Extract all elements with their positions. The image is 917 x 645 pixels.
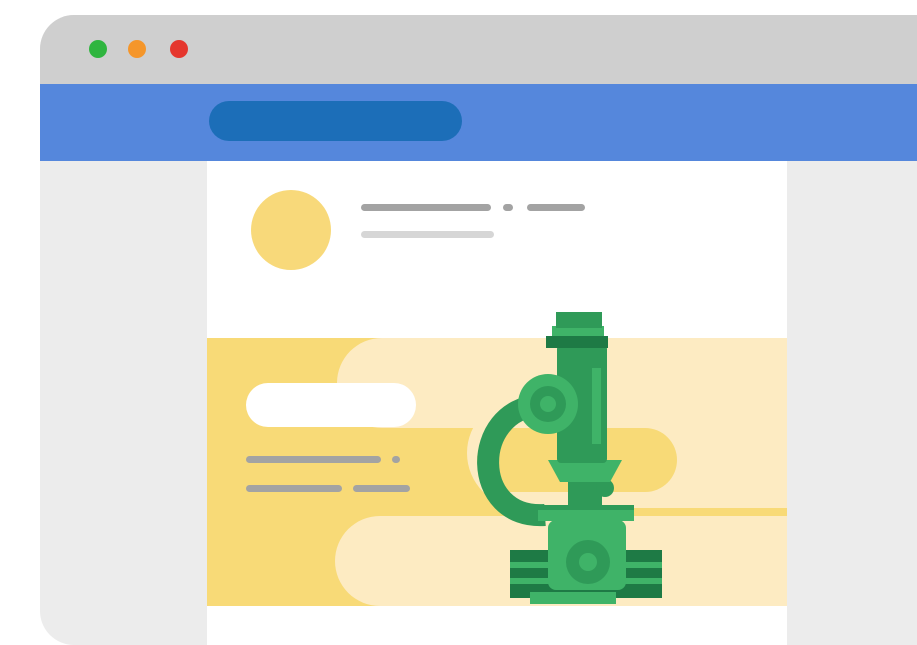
microscope-foot <box>530 592 616 604</box>
microscope-icon <box>477 312 662 604</box>
microscope-nosepiece <box>548 460 622 482</box>
microscope-eyepiece <box>556 312 602 328</box>
microscope-ring <box>546 336 608 348</box>
coarse-knob-center <box>540 396 556 412</box>
focus-knob-center <box>579 553 597 571</box>
microscope-tube-highlight <box>592 368 601 444</box>
